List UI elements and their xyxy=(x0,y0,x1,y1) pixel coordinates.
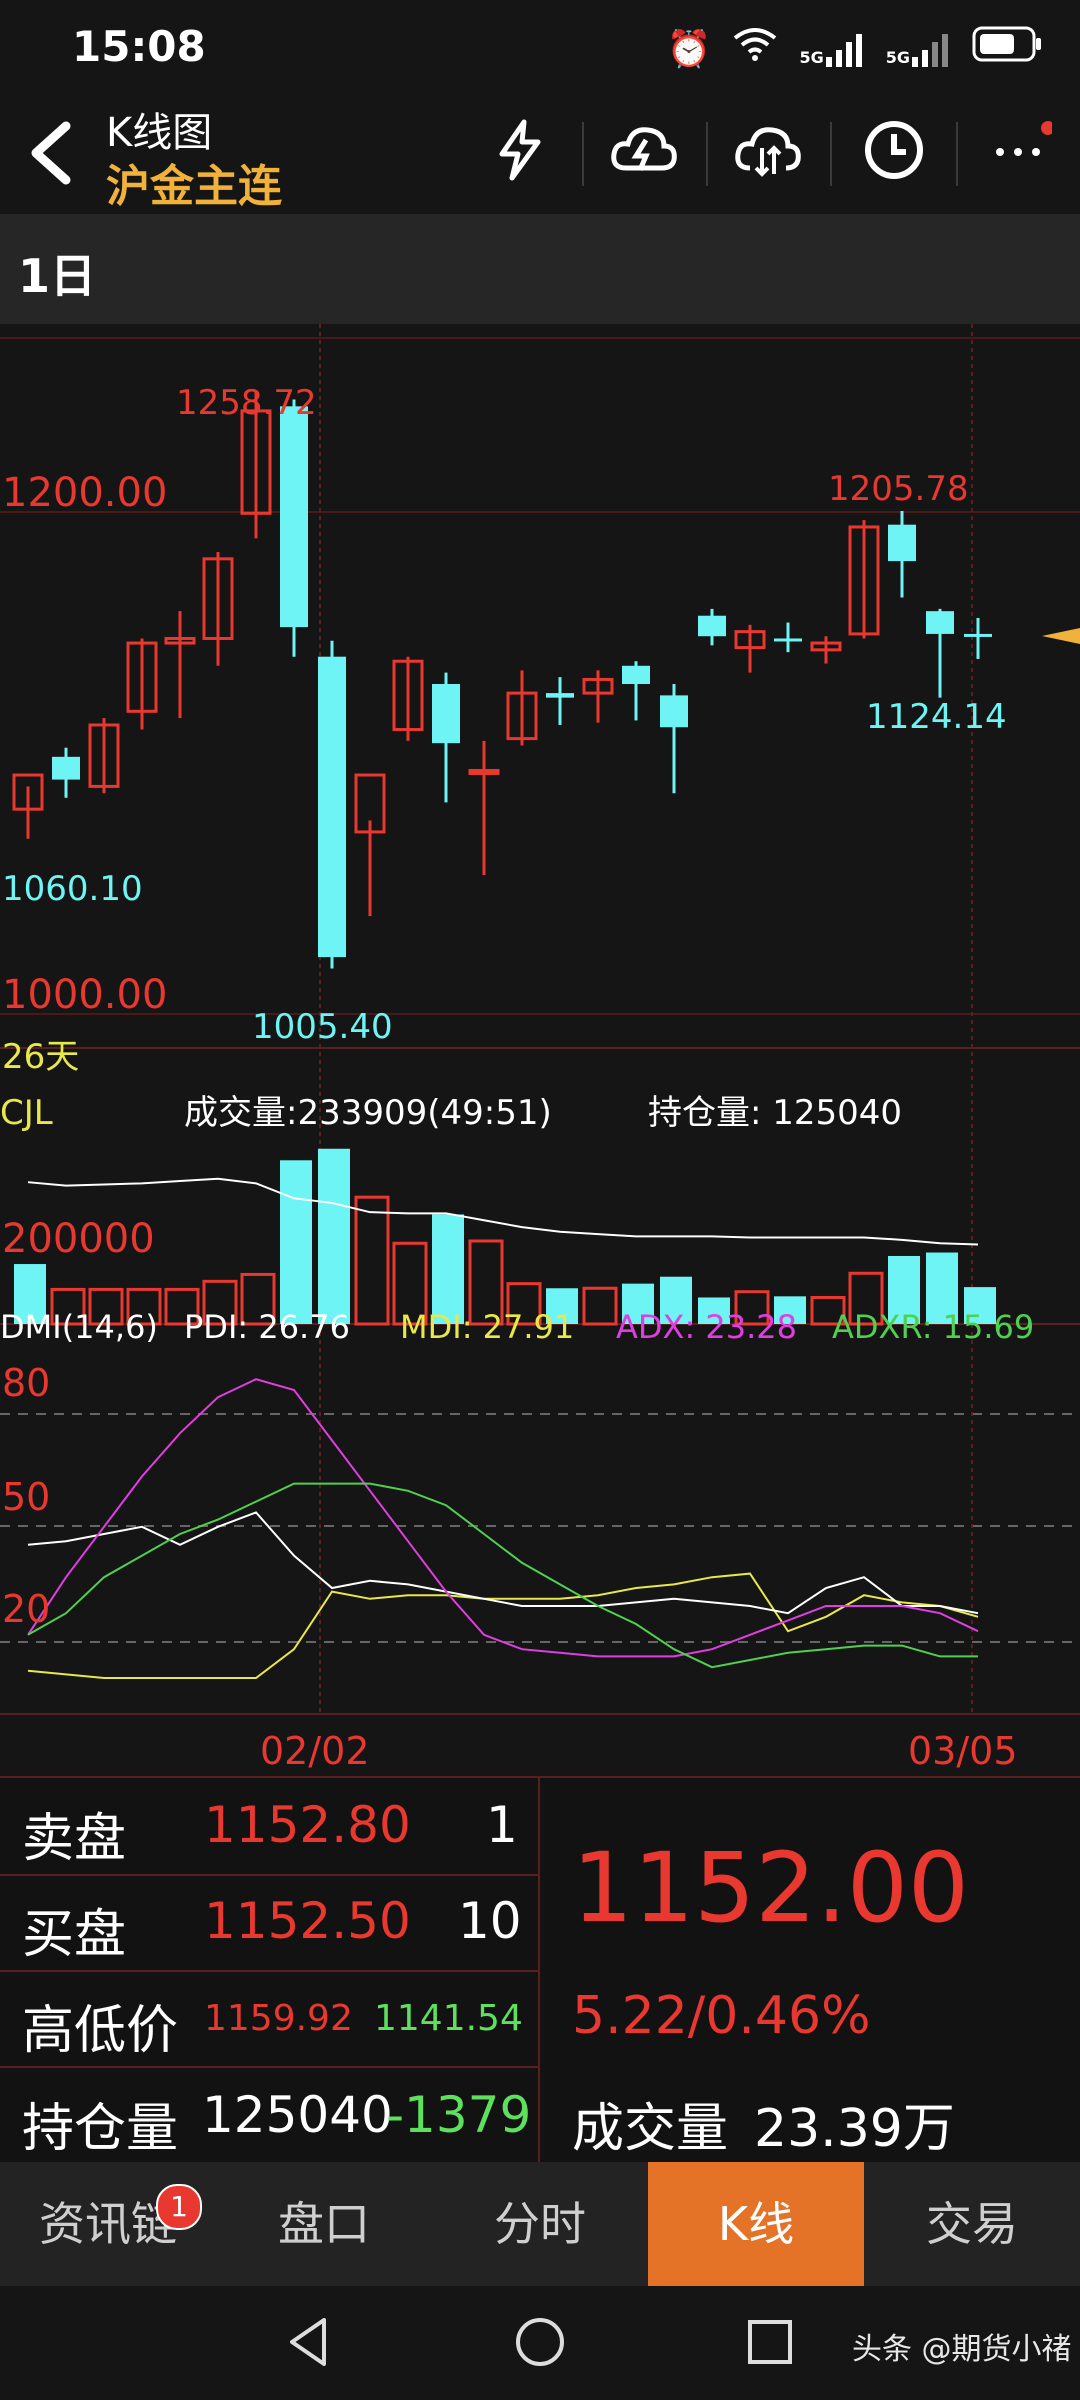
volume-axis-label: 200000 xyxy=(2,1216,155,1262)
divider xyxy=(0,1874,538,1876)
candle xyxy=(280,399,308,657)
open-interest-value: 125040 xyxy=(202,2086,393,2144)
volume-bar xyxy=(318,1148,350,1324)
triangle-back-icon xyxy=(290,2318,326,2366)
cloud-sync-button[interactable] xyxy=(728,118,808,182)
tab-trade[interactable]: 交易 xyxy=(864,2162,1080,2286)
candle-body xyxy=(432,684,460,744)
adx-label: ADX: 23.28 xyxy=(616,1308,797,1346)
divider xyxy=(956,122,958,186)
signal-icon: 5G xyxy=(799,33,863,67)
volume-value-label: 成交量:233909(49:51) xyxy=(184,1093,552,1133)
candle xyxy=(318,640,346,969)
dmi-level-50: 50 xyxy=(2,1475,50,1519)
bid-label: 买盘 xyxy=(22,1905,127,1965)
ask-price[interactable]: 1152.80 xyxy=(204,1796,411,1854)
low-left-label: 1060.10 xyxy=(2,869,143,909)
candle-body xyxy=(546,693,574,698)
days-count-label: 26天 xyxy=(2,1037,79,1077)
day-low: 1141.54 xyxy=(374,1998,523,2039)
low-bottom-label: 1005.40 xyxy=(252,1007,393,1047)
price-change: 5.22/0.46% xyxy=(572,1986,871,2046)
bid-quantity: 10 xyxy=(458,1892,522,1950)
divider xyxy=(830,122,832,186)
x-axis-date-left: 02/02 xyxy=(260,1729,370,1773)
candle-body xyxy=(964,633,992,637)
status-icons: ⏰ 5G 5G xyxy=(667,26,1044,73)
square-recents-icon xyxy=(748,2320,792,2364)
alarm-icon: ⏰ xyxy=(666,28,712,70)
period-selector[interactable]: 1日 xyxy=(18,240,96,306)
cloud-sync-icon xyxy=(735,127,801,177)
candle-body xyxy=(280,406,308,628)
candle-body xyxy=(774,638,802,642)
signal-icon-2: 5G xyxy=(886,33,950,67)
open-interest-label: 持仓量 xyxy=(22,2099,179,2159)
chevron-left-icon xyxy=(31,121,71,185)
volume-label: 成交量 xyxy=(572,2099,729,2159)
circle-home-icon xyxy=(516,2318,564,2366)
dmi-level-20: 20 xyxy=(2,1587,50,1631)
period-bar xyxy=(0,214,1080,324)
candle-body xyxy=(660,695,688,728)
cloud-upload-button[interactable] xyxy=(604,118,684,182)
high-recent-label: 1205.78 xyxy=(828,469,969,509)
volume-panel-name: CJL xyxy=(0,1093,53,1133)
candle-body xyxy=(52,756,80,780)
nav-recents-button[interactable] xyxy=(740,2312,800,2376)
mdi-label: MDI: 27.91 xyxy=(400,1308,574,1346)
high-low-label: 高低价 xyxy=(22,2001,179,2061)
divider xyxy=(582,122,584,186)
divider xyxy=(538,1778,540,2162)
nav-back-button[interactable] xyxy=(280,2312,340,2376)
nav-home-button[interactable] xyxy=(510,2312,570,2376)
wifi-icon xyxy=(733,26,777,73)
price-level-1000-label: 1000.00 xyxy=(2,972,167,1018)
cloud-lightning-icon xyxy=(611,127,677,171)
status-time: 15:08 xyxy=(72,22,206,71)
candle-body xyxy=(622,665,650,684)
tab-intraday[interactable]: 分时 xyxy=(432,2162,648,2286)
volume-value: 23.39万 xyxy=(754,2099,955,2159)
history-button[interactable] xyxy=(854,118,934,182)
notification-badge: 1 xyxy=(156,2184,202,2230)
battery-icon xyxy=(972,26,1044,73)
pdi-label: PDI: 26.76 xyxy=(184,1308,350,1346)
more-icon xyxy=(996,121,1055,156)
bid-price[interactable]: 1152.50 xyxy=(204,1892,411,1950)
watermark: 头条 @期货小禇 xyxy=(852,2332,1072,2367)
high-top-label: 1258.72 xyxy=(176,383,317,423)
flash-icon xyxy=(499,119,541,181)
x-axis-date-right: 03/05 xyxy=(908,1729,1018,1773)
price-level-1200-label: 1200.00 xyxy=(2,470,167,516)
divider xyxy=(706,122,708,186)
ask-quantity: 1 xyxy=(486,1796,518,1854)
divider xyxy=(0,1970,538,1972)
tab-kline[interactable]: K线 xyxy=(648,2162,864,2286)
candle-body xyxy=(888,524,916,562)
open-interest-change: -1379 xyxy=(386,2086,532,2144)
flash-button[interactable] xyxy=(480,118,560,182)
dmi-name: DMI(14,6) xyxy=(0,1308,158,1346)
last-price: 1152.00 xyxy=(572,1832,969,1944)
ask-label: 卖盘 xyxy=(22,1809,127,1869)
candle-body xyxy=(926,611,954,634)
kline-chart[interactable]: 1258.72 1200.00 1205.78 1124.14 1060.10 … xyxy=(0,324,1080,1776)
divider xyxy=(0,2066,538,2068)
more-button[interactable] xyxy=(980,118,1060,182)
back-button[interactable] xyxy=(22,118,82,188)
open-interest-label: 持仓量: 125040 xyxy=(648,1093,902,1133)
contract-name[interactable]: 沪金主连 xyxy=(106,150,282,214)
candle-body xyxy=(468,768,500,775)
candle-body xyxy=(698,615,726,637)
tab-orderbook[interactable]: 盘口 xyxy=(216,2162,432,2286)
low-recent-label: 1124.14 xyxy=(866,697,1007,737)
volume-bar xyxy=(280,1160,312,1324)
dmi-level-80: 80 xyxy=(2,1361,50,1405)
candle-body xyxy=(318,656,346,958)
day-high: 1159.92 xyxy=(204,1998,353,2039)
clock-icon xyxy=(865,121,923,179)
adxr-label: ADXR: 15.69 xyxy=(832,1308,1034,1346)
